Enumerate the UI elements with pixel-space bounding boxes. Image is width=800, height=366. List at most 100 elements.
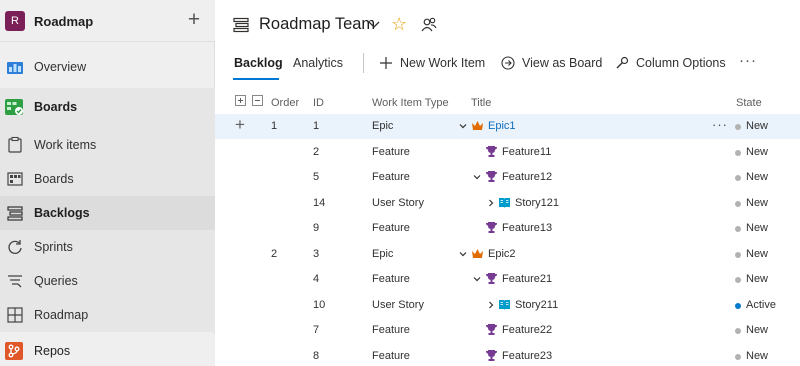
chevron-right-icon[interactable] [486,198,496,208]
project-header: R Roadmap + [0,0,215,42]
title-link[interactable]: Epic1 [488,120,516,132]
nav-item-sprints[interactable]: Sprints [0,230,215,264]
table-row[interactable]: 4 Feature Feature21 New [215,267,800,292]
more-options-icon[interactable]: ··· [739,52,757,69]
column-header-order[interactable]: Order [271,97,299,109]
table-row[interactable]: 5 Feature Feature12 New [215,165,800,190]
state-cell: New [746,146,769,158]
user-story-book-icon [499,300,510,310]
tab-backlog[interactable]: Backlog [234,56,283,70]
project-name[interactable]: Roadmap [34,14,93,29]
state-cell: New [746,120,769,132]
feature-trophy-icon [486,350,497,361]
state-dot [735,252,741,258]
state-dot [735,226,741,232]
nav-label-work-items: Work items [34,138,97,152]
title-link[interactable]: Story211 [515,299,558,311]
feature-trophy-icon [486,171,497,182]
chevron-down-icon[interactable] [458,249,468,259]
team-title[interactable]: Roadmap Team [259,15,375,34]
backlog-grid: Order ID Work Item Type Title State + 1 … [215,90,800,366]
state-dot [735,201,741,207]
table-row[interactable]: + 1 1 Epic Epic1 ··· New [215,114,800,139]
favorite-star-icon[interactable]: ☆ [391,14,407,34]
table-row[interactable]: 8 Feature Feature23 New [215,344,800,366]
title-link[interactable]: Feature21 [502,273,552,285]
nav-item-backlogs[interactable]: Backlogs [0,196,215,230]
user-story-book-icon [499,198,510,208]
feature-trophy-icon [486,273,497,284]
roadmap-icon [7,307,23,323]
nav-item-roadmap[interactable]: Roadmap [0,298,215,332]
view-as-board-button[interactable]: View as Board [501,54,603,74]
chevron-down-icon[interactable] [367,20,381,30]
nav-item-repos[interactable]: Repos [0,334,215,366]
nav-item-boards[interactable]: Boards [0,90,215,124]
chevron-right-icon[interactable] [486,300,496,310]
epic-crown-icon [472,121,483,130]
table-row[interactable]: 7 Feature Feature22 New [215,318,800,343]
table-row[interactable]: 9 Feature Feature13 New [215,216,800,241]
type-cell: Feature [372,324,410,336]
column-header-state[interactable]: State [736,97,762,109]
row-more-icon[interactable]: ··· [712,117,728,132]
nav-label-overview: Overview [34,60,87,74]
nav-item-overview[interactable]: Overview [0,50,215,84]
nav-item-boards-sub[interactable]: Boards [0,162,215,196]
plus-icon [380,57,392,69]
title-link[interactable]: Story121 [515,197,559,209]
team-members-icon[interactable] [420,16,438,34]
table-row[interactable]: 2 Feature Feature11 New [215,140,800,165]
chevron-down-icon[interactable] [472,274,482,284]
column-header-work-item-type[interactable]: Work Item Type [372,97,449,109]
table-row[interactable]: 14 User Story Story121 New [215,191,800,216]
backlogs-icon [7,206,23,221]
chevron-down-icon[interactable] [472,172,482,182]
id-cell: 10 [313,299,326,311]
expand-all-icon[interactable] [235,95,246,106]
project-avatar[interactable]: R [5,11,25,31]
type-cell: User Story [372,197,424,209]
state-cell: New [746,222,769,234]
new-work-item-button[interactable]: New Work Item [379,54,485,74]
state-dot [735,328,741,334]
state-cell: Active [746,299,776,311]
epic-crown-icon [472,249,483,258]
nav-item-work-items[interactable]: Work items [0,128,215,162]
id-cell: 7 [313,324,320,336]
nav-item-queries[interactable]: Queries [0,264,215,298]
chevron-down-icon[interactable] [458,121,468,131]
table-row[interactable]: 10 User Story Story211 Active [215,293,800,318]
id-cell: 5 [313,171,320,183]
title-link[interactable]: Feature23 [502,350,552,362]
title-link[interactable]: Feature11 [502,146,551,158]
title-link[interactable]: Feature13 [502,222,552,234]
add-child-icon[interactable]: + [235,116,249,133]
id-cell: 3 [313,248,320,260]
state-dot [735,124,741,130]
nav-label-roadmap: Roadmap [34,308,89,322]
title-link[interactable]: Feature22 [502,324,552,336]
state-dot [735,303,741,309]
feature-trophy-icon [486,222,497,233]
title-link[interactable]: Epic2 [488,248,516,260]
state-cell: New [746,171,769,183]
column-header-title[interactable]: Title [471,97,491,109]
nav-label-repos: Repos [34,344,71,358]
view-as-board-label: View as Board [522,56,603,70]
nav-label-backlogs: Backlogs [34,206,90,220]
state-cell: New [746,273,769,285]
id-cell: 1 [313,120,320,132]
tab-analytics[interactable]: Analytics [293,56,343,70]
column-options-button[interactable]: Column Options [615,54,727,74]
add-icon[interactable]: + [186,9,202,30]
id-cell: 2 [313,146,320,158]
collapse-all-icon[interactable] [252,95,263,106]
column-header-id[interactable]: ID [313,97,324,109]
id-cell: 4 [313,273,320,285]
table-row[interactable]: 2 3 Epic Epic2 New [215,242,800,267]
feature-trophy-icon [486,146,497,157]
queries-icon [8,275,22,288]
title-link[interactable]: Feature12 [502,171,552,183]
nav-label-boards: Boards [34,100,78,114]
